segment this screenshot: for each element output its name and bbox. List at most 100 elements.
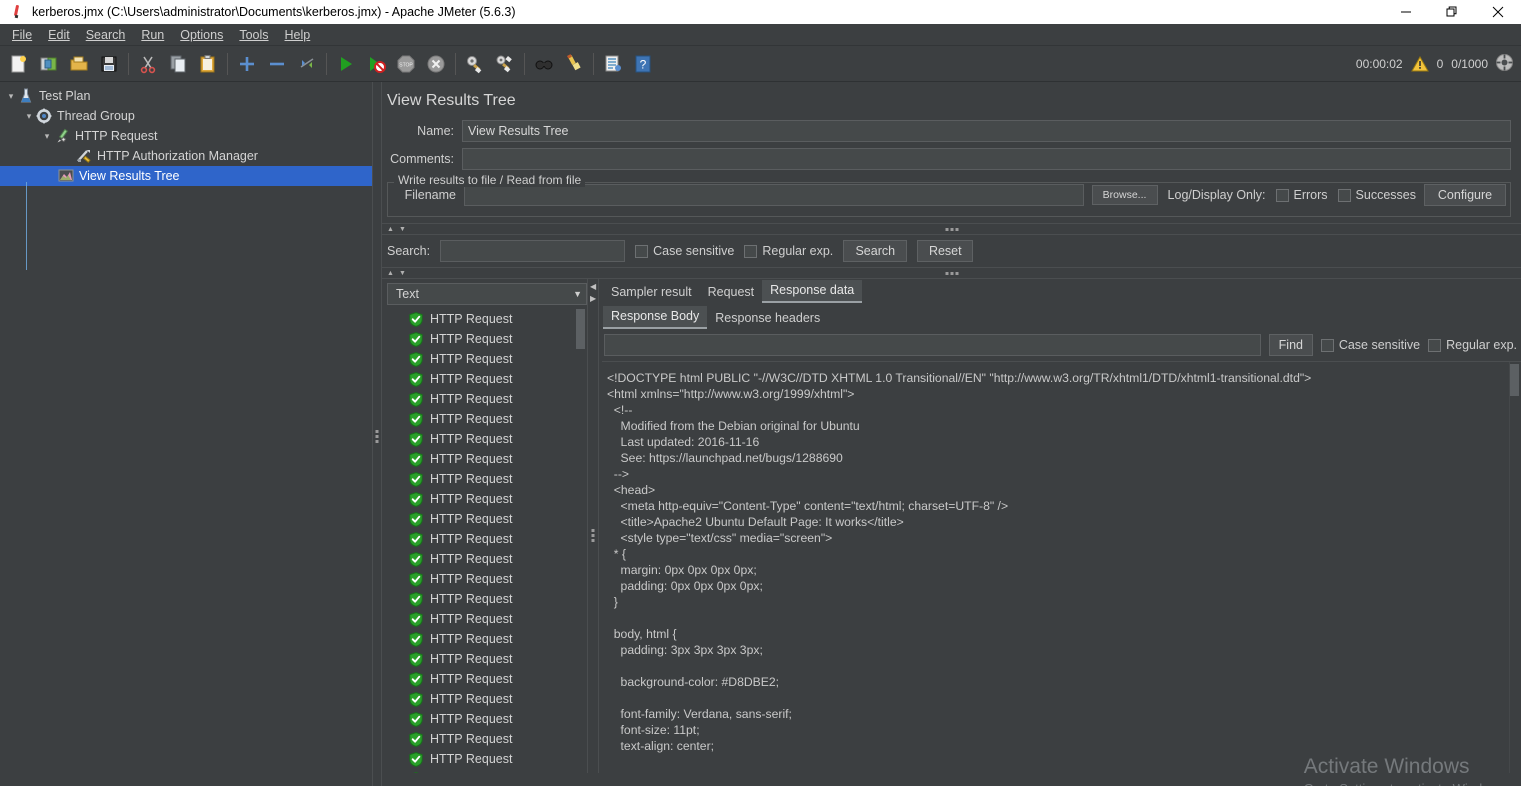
search-regular-exp-checkbox[interactable]: Regular exp.: [744, 244, 833, 258]
chevron-down-icon[interactable]: ▾: [22, 109, 36, 123]
save-icon[interactable]: [94, 49, 124, 79]
list-item[interactable]: HTTP Request: [387, 369, 587, 389]
tree-node-http-authorization-manager[interactable]: HTTP Authorization Manager: [0, 146, 372, 166]
splitter-handle-dots[interactable]: [945, 227, 958, 231]
comments-input[interactable]: [462, 148, 1511, 170]
chevron-down-icon[interactable]: ▾: [4, 89, 18, 103]
collapse-all-icon[interactable]: [262, 49, 292, 79]
open-icon[interactable]: [64, 49, 94, 79]
list-item[interactable]: HTTP Request: [387, 569, 587, 589]
results-vertical-splitter[interactable]: ◀ ▶: [587, 279, 599, 773]
list-item[interactable]: HTTP Request: [387, 349, 587, 369]
horizontal-splitter-top[interactable]: ▲ ▼: [382, 223, 1521, 235]
menu-help[interactable]: Help: [277, 26, 319, 44]
list-item[interactable]: HTTP Request: [387, 769, 587, 773]
tree-node-test-plan[interactable]: ▾ Test Plan: [0, 86, 372, 106]
list-item[interactable]: HTTP Request: [387, 309, 587, 329]
tree-node-http-request[interactable]: ▾ HTTP Request: [0, 126, 372, 146]
warning-triangle-icon[interactable]: [1410, 55, 1429, 72]
list-item[interactable]: HTTP Request: [387, 709, 587, 729]
find-case-sensitive-box[interactable]: [1320, 338, 1334, 352]
menu-run[interactable]: Run: [133, 26, 172, 44]
templates-icon[interactable]: [34, 49, 64, 79]
results-list-scrollbar[interactable]: [576, 309, 586, 773]
search-case-sensitive-box[interactable]: [635, 244, 649, 258]
test-plan-tree[interactable]: ▾ Test Plan ▾ Thread Group ▾ HTTP Reques…: [0, 82, 372, 786]
tab-response-headers[interactable]: Response headers: [707, 308, 828, 329]
collapse-down-icon[interactable]: ▼: [399, 226, 406, 233]
menu-file[interactable]: File: [4, 26, 40, 44]
clear-all-icon[interactable]: [490, 49, 520, 79]
collapse-up-icon[interactable]: ▲: [387, 270, 394, 277]
list-item[interactable]: HTTP Request: [387, 609, 587, 629]
start-no-timers-icon[interactable]: [361, 49, 391, 79]
clear-icon[interactable]: [460, 49, 490, 79]
menu-tools[interactable]: Tools: [231, 26, 276, 44]
list-item[interactable]: HTTP Request: [387, 629, 587, 649]
chevron-down-icon[interactable]: ▼: [573, 289, 582, 299]
list-item[interactable]: HTTP Request: [387, 689, 587, 709]
search-input[interactable]: [440, 240, 626, 262]
search-case-sensitive-checkbox[interactable]: Case sensitive: [635, 244, 734, 258]
menu-edit[interactable]: Edit: [40, 26, 78, 44]
function-helper-icon[interactable]: [598, 49, 628, 79]
list-item[interactable]: HTTP Request: [387, 509, 587, 529]
response-body-scrollbar[interactable]: [1509, 362, 1521, 773]
list-item[interactable]: HTTP Request: [387, 669, 587, 689]
search-reset-icon[interactable]: [559, 49, 589, 79]
horizontal-splitter-bottom[interactable]: ▲ ▼: [382, 267, 1521, 279]
list-item[interactable]: HTTP Request: [387, 749, 587, 769]
find-input[interactable]: [604, 334, 1261, 356]
start-icon[interactable]: [331, 49, 361, 79]
chevron-left-icon[interactable]: ◀: [590, 283, 596, 291]
search-icon[interactable]: [529, 49, 559, 79]
splitter-handle-dots[interactable]: [375, 430, 379, 443]
toggle-icon[interactable]: [292, 49, 322, 79]
find-regular-exp-checkbox[interactable]: Regular exp.: [1428, 338, 1517, 352]
errors-checkbox[interactable]: Errors: [1275, 188, 1328, 202]
new-icon[interactable]: [4, 49, 34, 79]
list-item[interactable]: HTTP Request: [387, 429, 587, 449]
reset-button[interactable]: Reset: [917, 240, 974, 262]
list-item[interactable]: HTTP Request: [387, 449, 587, 469]
expand-all-icon[interactable]: [232, 49, 262, 79]
copy-icon[interactable]: [163, 49, 193, 79]
errors-checkbox-box[interactable]: [1275, 188, 1289, 202]
list-item[interactable]: HTTP Request: [387, 549, 587, 569]
list-item[interactable]: HTTP Request: [387, 469, 587, 489]
tree-node-view-results-tree[interactable]: View Results Tree: [0, 166, 372, 186]
search-button[interactable]: Search: [843, 240, 908, 262]
main-vertical-splitter[interactable]: [372, 82, 382, 786]
name-input[interactable]: View Results Tree: [462, 120, 1511, 142]
configure-button[interactable]: Configure: [1424, 184, 1506, 206]
tree-node-thread-group[interactable]: ▾ Thread Group: [0, 106, 372, 126]
help-icon[interactable]: ?: [628, 49, 658, 79]
browse-button[interactable]: Browse...: [1091, 185, 1158, 205]
maximize-icon[interactable]: [1429, 0, 1475, 24]
paste-icon[interactable]: [193, 49, 223, 79]
filename-input[interactable]: [464, 184, 1084, 206]
chevron-down-icon[interactable]: ▾: [40, 129, 54, 143]
tab-sampler-result[interactable]: Sampler result: [603, 282, 700, 303]
list-item[interactable]: HTTP Request: [387, 589, 587, 609]
list-item[interactable]: HTTP Request: [387, 649, 587, 669]
response-body-view[interactable]: <!DOCTYPE html PUBLIC "-//W3C//DTD XHTML…: [602, 361, 1521, 773]
tab-response-data[interactable]: Response data: [762, 280, 863, 303]
results-list[interactable]: HTTP Request HTTP Request HTTP Request HTTP…: [387, 309, 587, 773]
find-case-sensitive-checkbox[interactable]: Case sensitive: [1320, 338, 1420, 352]
list-item[interactable]: HTTP Request: [387, 329, 587, 349]
list-item[interactable]: HTTP Request: [387, 529, 587, 549]
splitter-handle-dots[interactable]: [945, 271, 958, 275]
find-button[interactable]: Find: [1268, 334, 1313, 356]
find-regular-exp-box[interactable]: [1428, 338, 1442, 352]
results-list-scroll-thumb[interactable]: [576, 309, 585, 349]
stop-icon[interactable]: STOP: [391, 49, 421, 79]
list-item[interactable]: HTTP Request: [387, 729, 587, 749]
list-item[interactable]: HTTP Request: [387, 389, 587, 409]
tab-request[interactable]: Request: [700, 282, 763, 303]
remote-status-icon[interactable]: [1496, 54, 1513, 74]
successes-checkbox-box[interactable]: [1337, 188, 1351, 202]
menu-options[interactable]: Options: [172, 26, 231, 44]
close-icon[interactable]: [1475, 0, 1521, 24]
render-selector[interactable]: Text ▼: [387, 283, 587, 305]
